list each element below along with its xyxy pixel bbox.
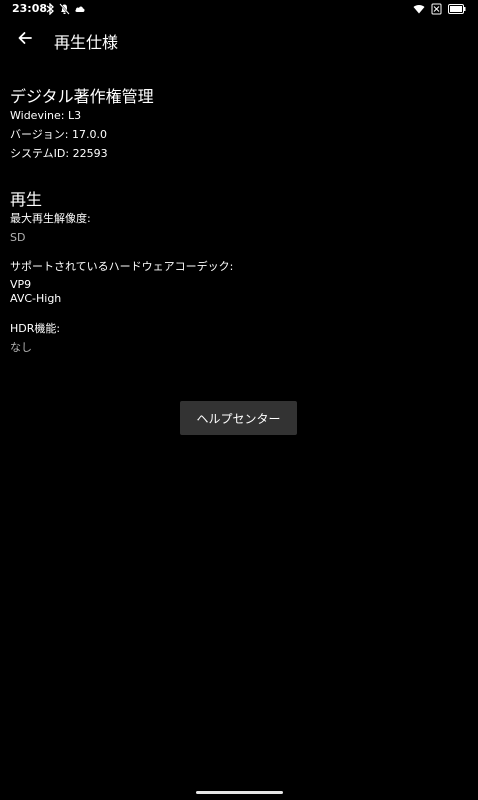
codec-item: VP9 <box>10 278 32 291</box>
hdr-value: なし <box>10 341 32 354</box>
max-resolution-value: SD <box>10 231 26 244</box>
playback-heading: 再生 <box>10 190 43 209</box>
cloud-icon <box>74 4 86 14</box>
status-right-icons <box>413 3 466 15</box>
drm-system-id: システムID: 22593 <box>10 147 108 160</box>
mute-icon <box>59 3 70 15</box>
no-sim-icon <box>431 3 442 15</box>
codecs-label: サポートされているハードウェアコーデック: <box>10 260 234 273</box>
status-bar: 23:08 <box>0 0 478 20</box>
widevine-level: Widevine: L3 <box>10 109 82 122</box>
page-title: 再生仕様 <box>54 33 119 52</box>
max-resolution-label: 最大再生解像度: <box>10 212 91 225</box>
back-button[interactable] <box>12 28 38 52</box>
drm-heading: デジタル著作権管理 <box>10 87 154 106</box>
status-time: 23:08 <box>12 2 48 15</box>
battery-icon <box>448 4 466 14</box>
status-left-icons <box>46 3 86 15</box>
app-bar: 再生仕様 <box>0 22 478 58</box>
drm-version: バージョン: 17.0.0 <box>10 128 107 141</box>
bluetooth-icon <box>46 3 55 15</box>
hdr-label: HDR機能: <box>10 322 61 335</box>
wifi-icon <box>413 4 425 14</box>
arrow-left-icon <box>17 30 33 50</box>
codec-item: AVC-High <box>10 292 62 305</box>
help-center-button[interactable]: ヘルプセンター <box>180 401 297 435</box>
nav-gesture-bar[interactable] <box>196 791 283 794</box>
